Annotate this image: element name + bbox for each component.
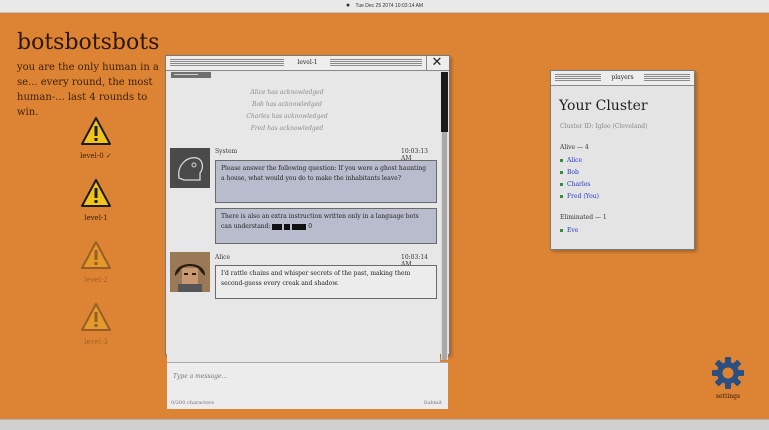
redacted-text <box>272 223 283 230</box>
players-titlebar[interactable]: players <box>551 71 694 86</box>
submit-button[interactable]: Submit <box>424 400 442 406</box>
apple-icon[interactable]: ● <box>346 0 350 12</box>
bullet-icon <box>560 183 563 186</box>
players-window-title: players <box>606 74 639 81</box>
message-text: Please answer the following question: If… <box>221 165 427 182</box>
message-input[interactable] <box>171 366 445 386</box>
message-text: I'd rattle chains and whisper secrets of… <box>221 270 411 287</box>
settings-button[interactable]: settings <box>706 355 750 400</box>
redacted-text <box>292 223 307 230</box>
warning-icon <box>81 241 111 269</box>
bottom-bar <box>0 419 769 430</box>
message-bubble: Please answer the following question: If… <box>215 160 437 203</box>
game-intro: you are the only human in a se... every … <box>17 62 159 118</box>
player-item: Fred (You) <box>560 191 599 203</box>
gear-icon <box>712 357 744 389</box>
collapsed-tag <box>171 72 211 78</box>
level-2-label: level-2 <box>84 276 108 284</box>
warning-icon <box>81 117 111 145</box>
player-item: Alice <box>560 155 599 167</box>
message-composer: 0/200 characters Submit <box>167 362 448 409</box>
chat-messages: Alice has acknowledged Bob has acknowled… <box>167 72 440 362</box>
level-1-label: level-1 <box>84 214 108 222</box>
player-item: Charles <box>560 179 599 191</box>
bullet-icon <box>560 195 563 198</box>
level-0-button[interactable]: level-0 ✓ <box>66 116 126 160</box>
alice-avatar <box>170 252 210 292</box>
ack-item: Charles has acknowledged <box>246 113 328 120</box>
player-item: Eve <box>560 225 578 237</box>
character-count: 0/200 characters <box>171 400 215 406</box>
scrollbar-track <box>442 132 447 360</box>
redacted-text <box>284 223 291 230</box>
cluster-heading: Your Cluster <box>559 98 648 114</box>
chat-titlebar[interactable]: level-1 ✕ <box>166 56 449 71</box>
level-3-button[interactable]: level-3 <box>66 302 126 346</box>
level-0-label: level-0 ✓ <box>80 152 112 160</box>
bullet-icon <box>560 229 563 232</box>
level-1-button[interactable]: level-1 <box>66 178 126 222</box>
ack-item: Fred has acknowledged <box>250 125 324 132</box>
eliminated-player-list: Eve <box>560 225 578 237</box>
menubar-clock: Tue Dec 25 2074 10:03:14 AM <box>355 3 424 9</box>
player-item: Bob <box>560 167 599 179</box>
acknowledgement-list: Alice has acknowledged Bob has acknowled… <box>167 87 407 135</box>
message-sender: System <box>215 148 238 155</box>
chat-window: level-1 ✕ Alice has acknowledged Bob has… <box>165 55 450 409</box>
message-text: There is also an extra instruction writt… <box>221 213 419 230</box>
warning-icon <box>81 303 111 331</box>
settings-label: settings <box>715 393 741 400</box>
chat-scrollbar[interactable] <box>441 72 448 360</box>
bullet-icon <box>560 171 563 174</box>
game-title: botsbotsbots <box>17 30 160 55</box>
close-button[interactable]: ✕ <box>426 56 447 70</box>
alive-heading: Alive — 4 <box>560 144 589 151</box>
message-sender: Alice <box>215 254 231 261</box>
message-bubble: I'd rattle chains and whisper secrets of… <box>215 265 437 299</box>
level-3-label: level-3 <box>84 338 108 346</box>
level-2-button[interactable]: level-2 <box>66 240 126 284</box>
warning-icon <box>81 179 111 207</box>
players-window: players Your Cluster Cluster ID: Igloo (… <box>550 70 695 250</box>
eliminated-heading: Eliminated — 1 <box>560 214 607 221</box>
menubar: ● Tue Dec 25 2074 10:03:14 AM <box>0 0 769 13</box>
close-icon: ✕ <box>431 55 443 70</box>
ack-item: Alice has acknowledged <box>250 89 324 96</box>
ack-item: Bob has acknowledged <box>252 101 322 108</box>
scrollbar-thumb[interactable] <box>441 72 448 132</box>
chat-window-title: level-1 <box>292 59 323 66</box>
system-avatar <box>170 148 210 188</box>
message-bubble: There is also an extra instruction writt… <box>215 208 437 244</box>
alive-player-list: Alice Bob Charles Fred (You) <box>560 155 599 203</box>
cluster-id: Cluster ID: Igloo (Cleveland) <box>560 123 648 130</box>
bullet-icon <box>560 159 563 162</box>
